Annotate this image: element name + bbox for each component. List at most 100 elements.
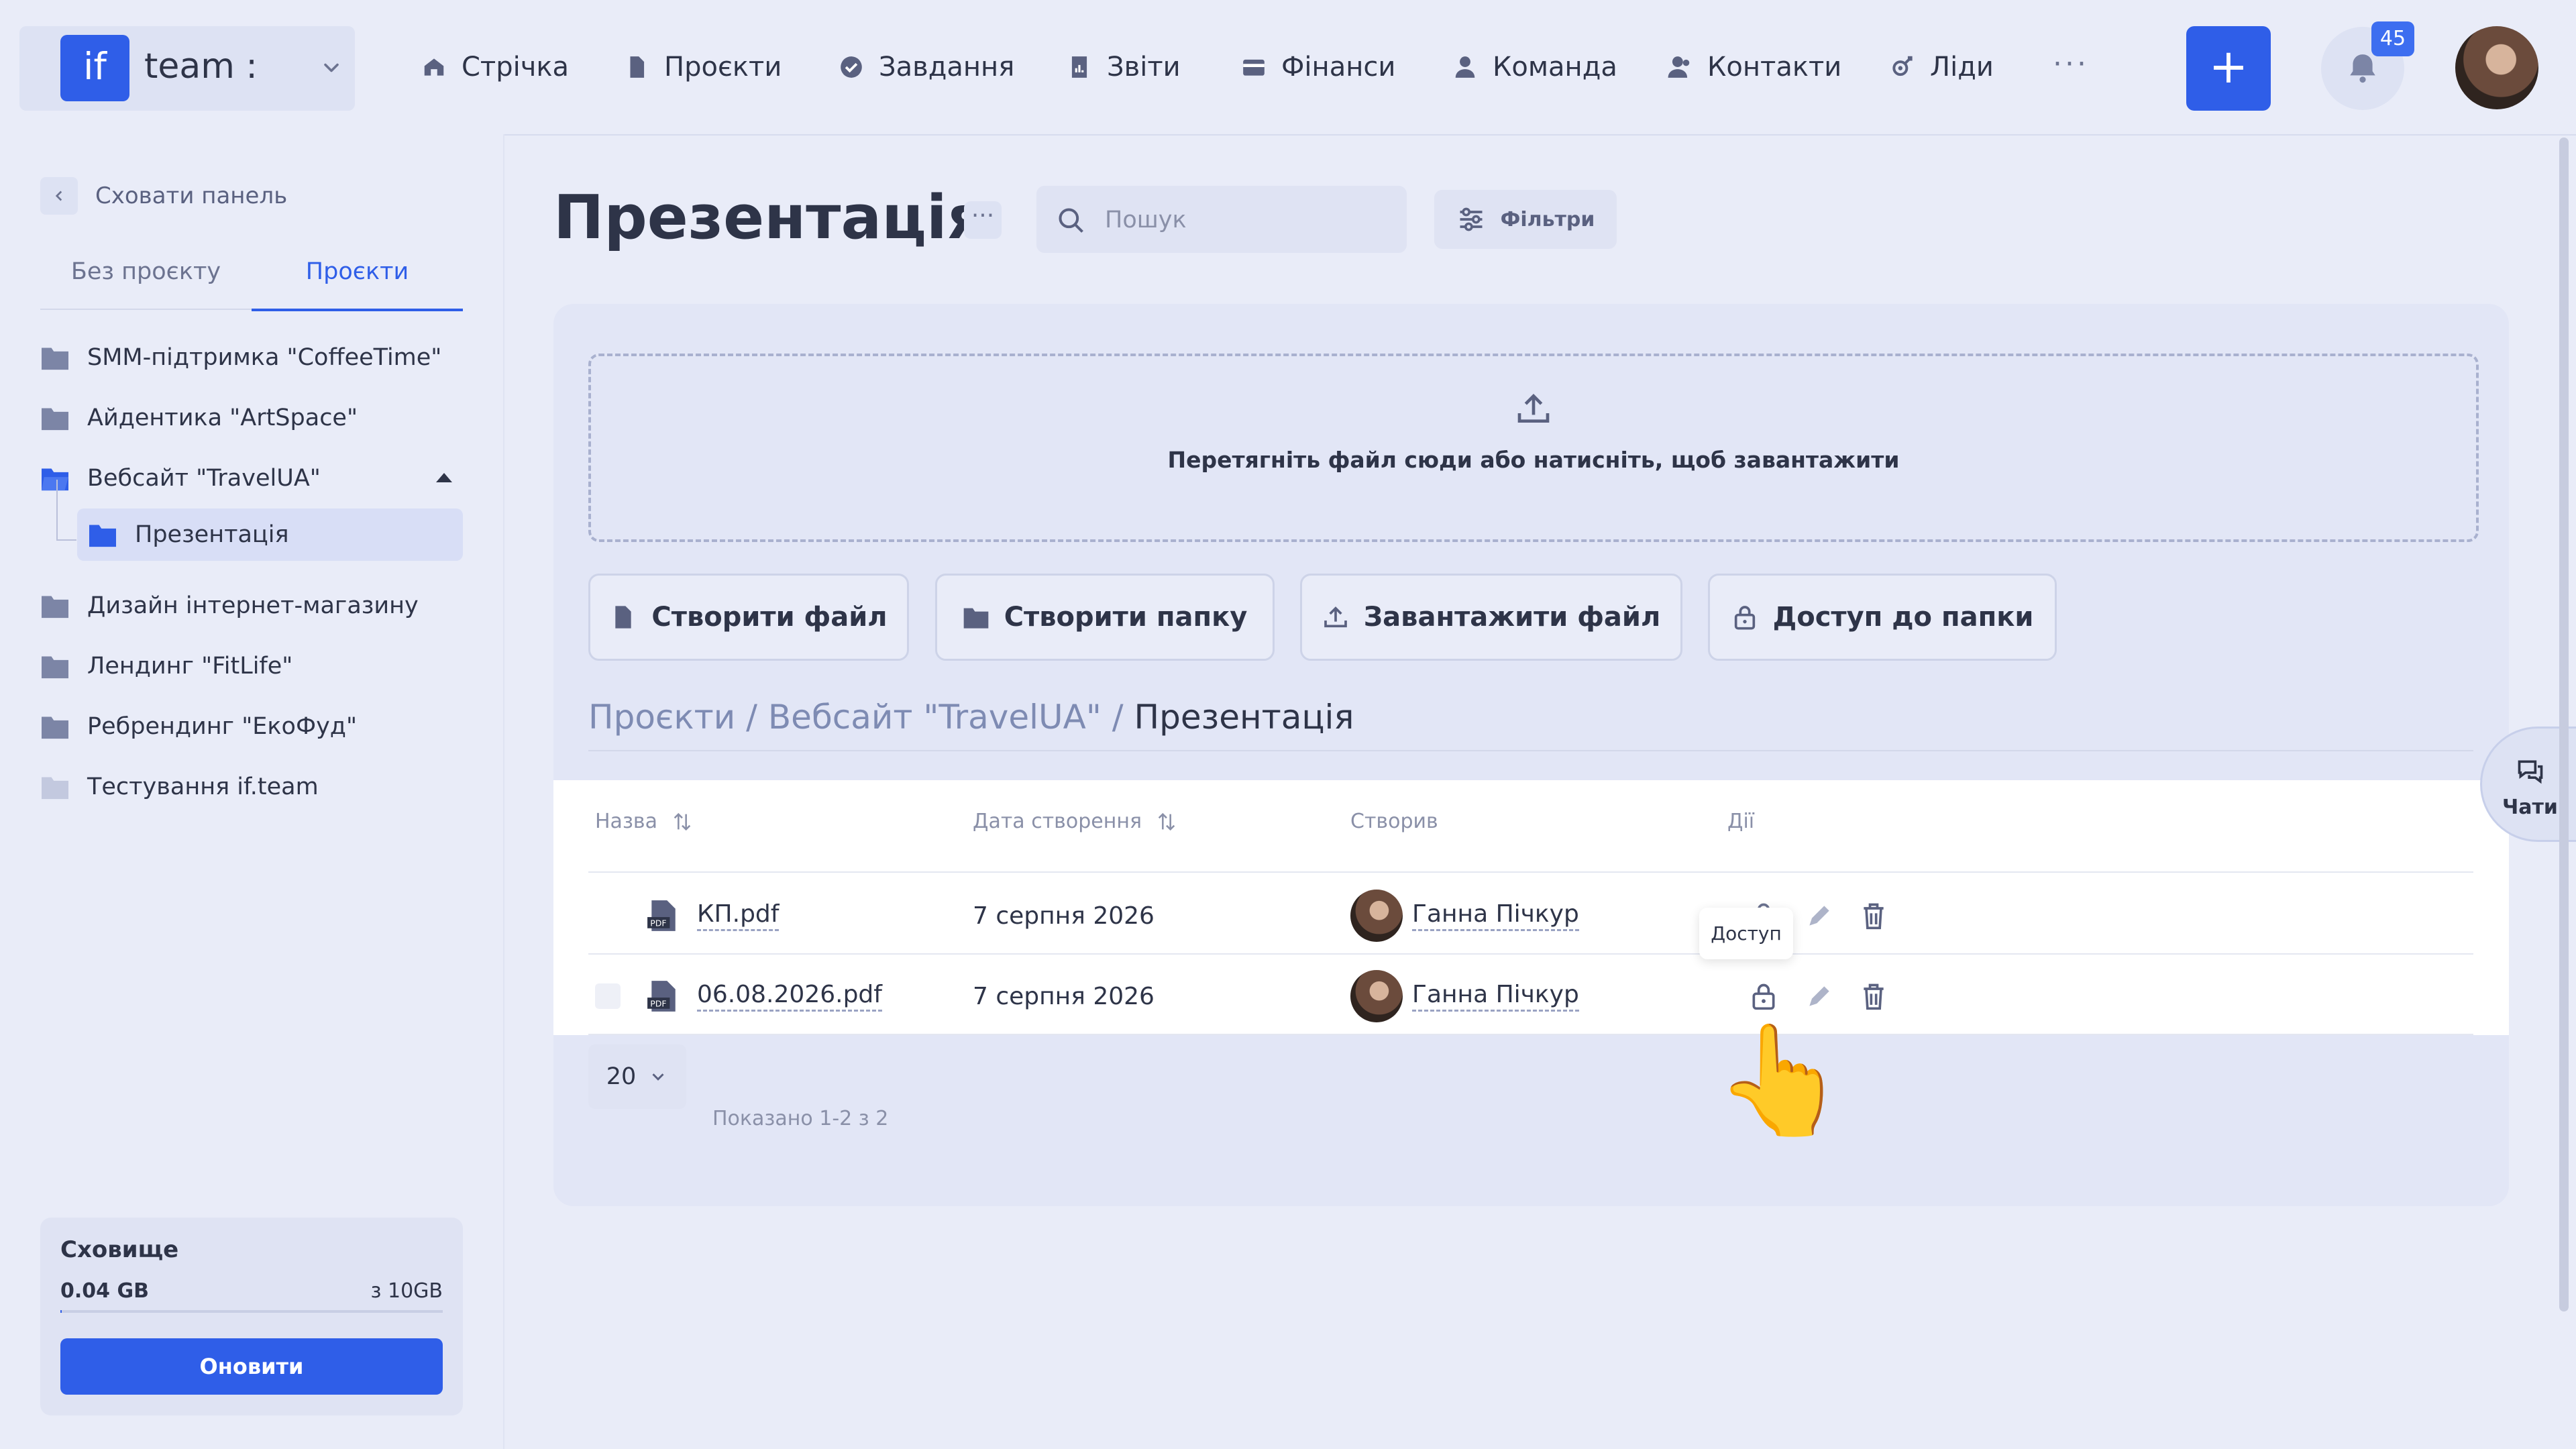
nav-projects[interactable]: Проєкти <box>624 0 782 134</box>
upload-file-button[interactable]: Завантажити файл <box>1300 574 1682 661</box>
breadcrumb: Проєкти / Вебсайт "TravelUA" / Презентац… <box>588 698 1354 737</box>
divider <box>588 750 2473 751</box>
check-circle-icon <box>841 56 862 78</box>
subfolder-label: Презентація <box>135 521 289 548</box>
sidebar: Сховати панель Без проєкту Проєкти SMM-п… <box>0 134 504 1449</box>
sidebar-tabs: Без проєкту Проєкти <box>40 241 463 311</box>
folder-open-icon <box>42 468 68 491</box>
user-avatar[interactable] <box>2455 26 2538 109</box>
folder-icon <box>42 777 68 800</box>
folder-item-active[interactable]: Вебсайт "TravelUA" <box>40 455 321 502</box>
breadcrumb-projects[interactable]: Проєкти <box>588 698 735 737</box>
nav-leads[interactable]: Ліди <box>1890 0 1994 134</box>
notifications-badge: 45 <box>2371 21 2414 56</box>
svg-text:PDF: PDF <box>650 918 666 928</box>
chats-label: Чати <box>2502 796 2558 819</box>
folder-item[interactable]: Ребрендинг "ЕкоФуд" <box>40 703 357 750</box>
author-name[interactable]: Ганна Пічкур <box>1412 981 1579 1012</box>
sort-icon <box>674 812 691 830</box>
nav-more-button[interactable]: ··· <box>2053 47 2089 81</box>
row-checkbox[interactable] <box>595 983 621 1009</box>
hide-panel-button[interactable]: Сховати панель <box>40 174 287 217</box>
folder-item[interactable]: Айдентика "ArtSpace" <box>40 394 358 441</box>
nav-label: Контакти <box>1707 52 1842 83</box>
edit-pencil-icon[interactable] <box>1805 981 1834 1011</box>
breadcrumb-separator: / <box>746 698 757 737</box>
tab-no-project[interactable]: Без проєкту <box>40 241 252 309</box>
app-logo: if <box>60 35 129 101</box>
nav-label: Завдання <box>879 52 1015 83</box>
subfolder-item-active[interactable]: Презентація <box>77 508 463 561</box>
trash-icon[interactable] <box>1859 901 1888 930</box>
team-switcher[interactable]: if team : <box>19 26 355 111</box>
top-bar: if team : Стрічка Проєкти Завдання Звіти… <box>0 0 2576 136</box>
team-name: team : <box>144 46 258 87</box>
storage-widget: Сховище 0.04 GB з 10GB Оновити <box>40 1218 463 1415</box>
table-cell-author[interactable]: Ганна Пічкур <box>1350 889 1579 943</box>
breadcrumb-separator: / <box>1112 698 1124 737</box>
chat-icon <box>2518 760 2543 784</box>
nav-label: Фінанси <box>1281 52 1396 83</box>
wallet-icon <box>1243 59 1265 76</box>
nav-contacts[interactable]: Контакти <box>1667 0 1841 134</box>
folder-icon <box>42 656 68 679</box>
collapse-caret-icon[interactable] <box>436 473 452 482</box>
folder-item[interactable]: SMM-підтримка "CoffeeTime" <box>40 334 441 381</box>
lock-icon[interactable] <box>1749 981 1778 1011</box>
page-title: Презентація <box>553 182 986 253</box>
folder-icon <box>89 525 116 547</box>
nav-reports[interactable]: Звіти <box>1067 0 1181 134</box>
storage-used: 0.04 GB <box>60 1279 149 1303</box>
title-menu-button[interactable]: ··· <box>964 201 1002 239</box>
upgrade-button[interactable]: Оновити <box>60 1338 443 1395</box>
files-table: Назва Дата створення Створив Дії PDF КП.… <box>553 780 2509 1035</box>
file-name[interactable]: 06.08.2026.pdf <box>697 981 882 1012</box>
column-header-created[interactable]: Дата створення <box>973 810 1178 833</box>
folder-label: Дизайн інтернет-магазину <box>87 592 419 619</box>
pointing-hand-cursor-icon: 👆 <box>1714 1017 1848 1142</box>
per-page-select[interactable]: 20 <box>588 1044 686 1109</box>
breadcrumb-project[interactable]: Вебсайт "TravelUA" <box>768 698 1102 737</box>
search-input[interactable] <box>1104 203 1395 237</box>
file-name[interactable]: КП.pdf <box>697 900 780 931</box>
table-row-file-name[interactable]: PDF КП.pdf <box>647 889 780 943</box>
upload-dropzone[interactable]: Перетягніть файл сюди або натисніть, щоб… <box>588 354 2479 542</box>
folder-access-button[interactable]: Доступ до папки <box>1708 574 2057 661</box>
create-file-button[interactable]: Створити файл <box>588 574 909 661</box>
author-name[interactable]: Ганна Пічкур <box>1412 900 1579 931</box>
contacts-icon <box>1668 56 1690 78</box>
nav-finance[interactable]: Фінанси <box>1241 0 1395 134</box>
add-button[interactable]: + <box>2186 26 2271 111</box>
search-icon <box>1059 208 1083 233</box>
folder-item[interactable]: Дизайн інтернет-магазину <box>40 582 419 629</box>
filters-button[interactable]: Фільтри <box>1434 190 1617 249</box>
nav-tasks[interactable]: Завдання <box>839 0 1014 134</box>
row-divider <box>588 871 2473 873</box>
nav-team[interactable]: Команда <box>1452 0 1617 134</box>
folder-item[interactable]: Тестування if.team <box>40 763 319 810</box>
user-icon <box>1455 56 1475 78</box>
column-header-actions: Дії <box>1727 810 1754 833</box>
create-folder-button[interactable]: Створити папку <box>935 574 1275 661</box>
trash-icon[interactable] <box>1859 981 1888 1011</box>
scrollbar[interactable] <box>2559 138 2569 1311</box>
folder-item[interactable]: Лендинг "FitLife" <box>40 643 292 690</box>
upload-icon <box>1517 394 1550 423</box>
chevron-down-icon <box>324 63 339 72</box>
folder-label: Ребрендинг "ЕкоФуд" <box>87 713 358 740</box>
nav-feed[interactable]: Стрічка <box>421 0 569 134</box>
column-label: Створив <box>1350 810 1438 833</box>
access-tooltip: Доступ <box>1699 908 1793 959</box>
edit-pencil-icon[interactable] <box>1805 901 1834 930</box>
pdf-icon: PDF <box>647 981 676 1012</box>
tab-projects[interactable]: Проєкти <box>252 241 463 311</box>
document-icon <box>630 56 645 78</box>
storage-progress <box>60 1310 443 1313</box>
per-page-value: 20 <box>606 1063 637 1090</box>
search-box[interactable] <box>1036 186 1407 253</box>
column-header-name[interactable]: Назва <box>595 810 694 833</box>
table-cell-author[interactable]: Ганна Пічкур <box>1350 969 1579 1023</box>
hide-panel-label: Сховати панель <box>95 182 288 209</box>
table-row-file-name[interactable]: PDF 06.08.2026.pdf <box>647 969 882 1023</box>
home-icon <box>424 58 444 76</box>
